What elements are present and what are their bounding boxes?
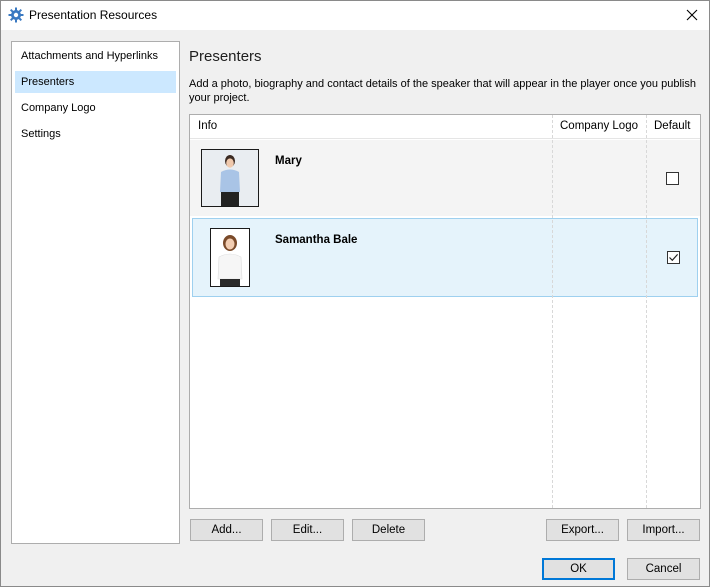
table-row-selected[interactable]: Samantha Bale bbox=[192, 218, 698, 297]
sidebar-item-attachments[interactable]: Attachments and Hyperlinks bbox=[15, 45, 176, 67]
default-checkbox[interactable] bbox=[666, 172, 679, 185]
presenter-name: Samantha Bale bbox=[275, 234, 358, 246]
page-description: Add a photo, biography and contact detai… bbox=[189, 78, 696, 104]
column-divider bbox=[552, 115, 553, 508]
close-icon bbox=[686, 9, 698, 21]
delete-button[interactable]: Delete bbox=[352, 519, 425, 541]
import-button[interactable]: Import... bbox=[627, 519, 700, 541]
sidebar: Attachments and Hyperlinks Presenters Co… bbox=[11, 41, 180, 544]
presenters-table: Info Company Logo Default Mary Samantha … bbox=[189, 114, 701, 509]
sidebar-item-presenters[interactable]: Presenters bbox=[15, 71, 176, 93]
export-button[interactable]: Export... bbox=[546, 519, 619, 541]
presentation-resources-dialog: Presentation Resources Attachments and H… bbox=[0, 0, 710, 587]
checkmark-icon bbox=[669, 253, 679, 262]
sidebar-item-settings[interactable]: Settings bbox=[15, 123, 176, 145]
default-checkbox-checked[interactable] bbox=[667, 251, 680, 264]
presenter-photo bbox=[210, 228, 250, 287]
presenter-photo bbox=[201, 149, 259, 207]
table-header: Info Company Logo Default bbox=[190, 115, 700, 139]
presenter-name: Mary bbox=[275, 155, 302, 167]
column-header-default[interactable]: Default bbox=[654, 120, 690, 132]
column-divider bbox=[646, 115, 647, 508]
gear-icon bbox=[8, 7, 24, 23]
sidebar-item-company-logo[interactable]: Company Logo bbox=[15, 97, 176, 119]
edit-button[interactable]: Edit... bbox=[271, 519, 344, 541]
title-bar: Presentation Resources bbox=[1, 1, 709, 30]
column-header-company-logo[interactable]: Company Logo bbox=[560, 120, 638, 132]
column-header-info[interactable]: Info bbox=[198, 120, 217, 132]
cancel-button[interactable]: Cancel bbox=[627, 558, 700, 580]
page-title: Presenters bbox=[189, 48, 262, 65]
window-title: Presentation Resources bbox=[29, 8, 158, 22]
table-row[interactable]: Mary bbox=[190, 140, 700, 216]
ok-button[interactable]: OK bbox=[542, 558, 615, 580]
add-button[interactable]: Add... bbox=[190, 519, 263, 541]
close-button[interactable] bbox=[679, 3, 705, 27]
